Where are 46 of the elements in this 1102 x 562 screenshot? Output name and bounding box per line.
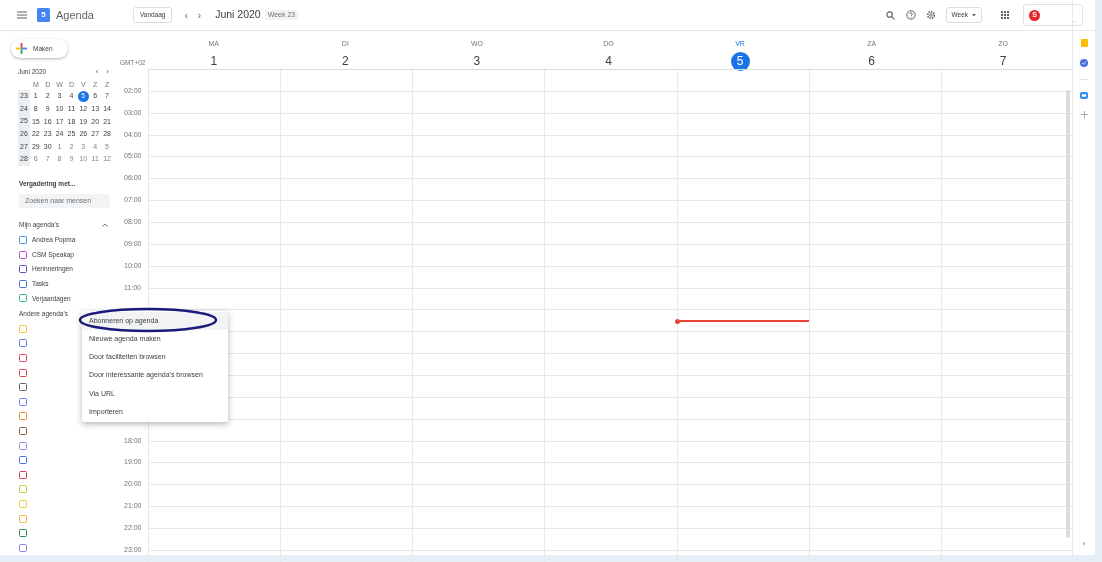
apps-grid-icon[interactable] — [1001, 11, 1009, 19]
date-number[interactable]: 3 — [467, 51, 487, 71]
check-circle-icon[interactable] — [1080, 59, 1088, 67]
app-title: Agenda — [56, 7, 94, 23]
collapse-icon[interactable] — [102, 222, 108, 227]
calendar-checkbox[interactable] — [19, 529, 27, 538]
plus-icon — [16, 43, 27, 55]
calendar-checkbox[interactable] — [19, 456, 27, 465]
calendar-checkbox[interactable] — [19, 324, 27, 333]
next-month-button[interactable]: › — [106, 66, 109, 79]
video-icon[interactable] — [1080, 92, 1088, 99]
calendar-checkbox[interactable] — [19, 279, 27, 288]
calendar-checkbox[interactable] — [19, 265, 27, 274]
calendar-checkbox[interactable] — [19, 514, 27, 523]
previous-month-button[interactable]: ‹ — [95, 66, 99, 79]
calendar-checkbox[interactable] — [19, 294, 27, 303]
menu-icon[interactable] — [17, 11, 27, 19]
calendar-checkbox[interactable] — [19, 354, 27, 362]
caret-icon — [972, 13, 976, 17]
date-number[interactable]: 6 — [862, 51, 882, 71]
calendar-checkbox[interactable] — [19, 485, 27, 494]
settings-icon[interactable] — [925, 10, 936, 20]
date-number[interactable]: 2 — [335, 51, 355, 71]
calendar-checkbox[interactable] — [19, 470, 27, 479]
calendar-checkbox[interactable] — [19, 236, 27, 245]
next-button[interactable]: › — [197, 7, 202, 23]
search-icon[interactable] — [885, 10, 895, 20]
date-number[interactable]: 1 — [204, 51, 224, 71]
calendar-checkbox[interactable] — [19, 339, 27, 348]
add-icon[interactable] — [1080, 111, 1088, 118]
calendar-checkbox[interactable] — [19, 397, 27, 406]
calendar-checkbox[interactable] — [19, 543, 27, 552]
app-logo: 5 — [37, 8, 50, 22]
help-icon[interactable] — [905, 10, 916, 20]
calendar-checkbox[interactable] — [19, 441, 27, 450]
calendar-checkbox[interactable] — [19, 368, 27, 377]
date-number[interactable]: 4 — [599, 51, 618, 71]
calendar-checkbox[interactable] — [19, 250, 27, 259]
period-title: Juni 2020 — [215, 7, 261, 23]
calendar-checkbox[interactable] — [19, 383, 27, 392]
calendar-checkbox[interactable] — [19, 426, 27, 435]
previous-button[interactable]: ‹ — [184, 7, 188, 23]
scrollbar[interactable] — [1066, 90, 1070, 538]
expand-panel-button[interactable]: › — [1082, 538, 1086, 550]
calendar-checkbox[interactable] — [19, 412, 27, 421]
date-number[interactable]: 7 — [993, 51, 1013, 71]
